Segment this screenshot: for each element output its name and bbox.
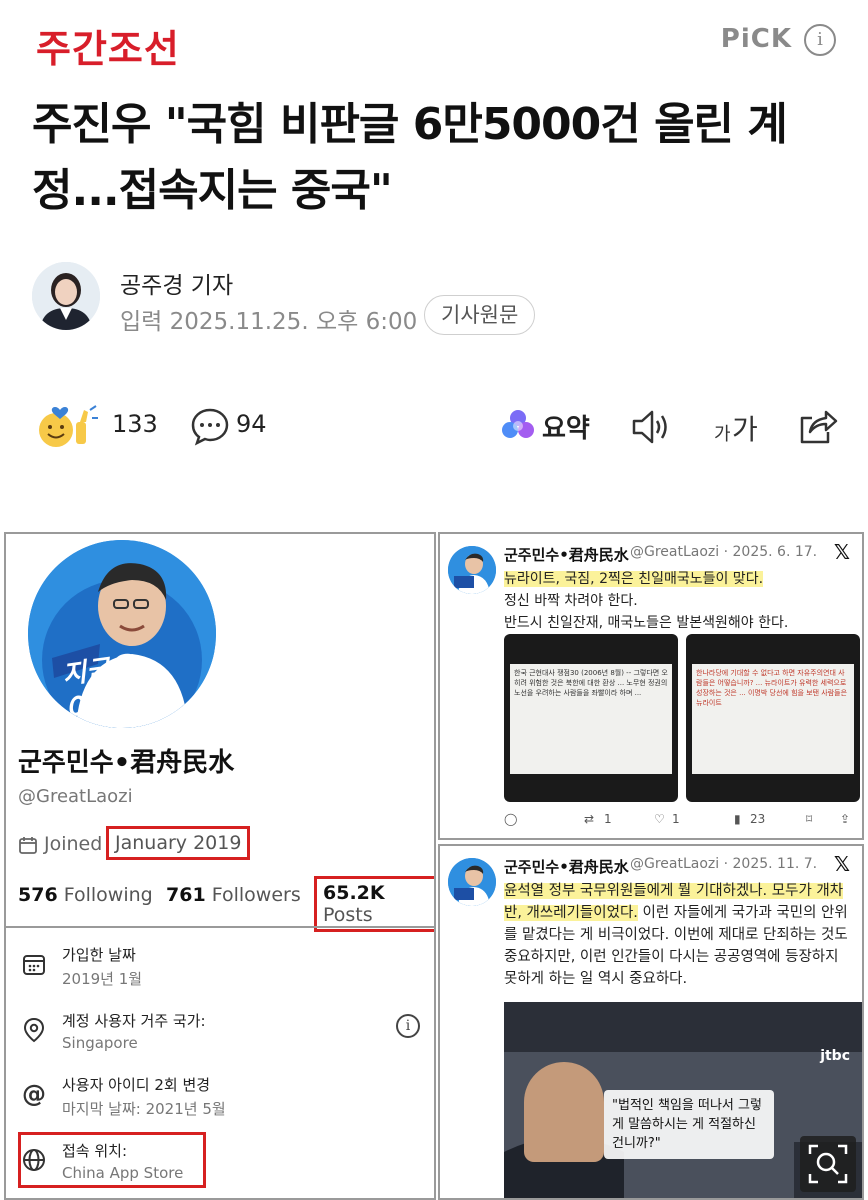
views-icon: ▮ [734,812,741,826]
published-date: 입력 2025.11.25. 오후 6:00 [120,309,418,335]
profile-name: 군주민수•君舟民水 [18,748,235,778]
ai-summary-icon[interactable] [500,408,536,444]
font-size-button[interactable]: 가 가 [714,404,764,448]
about-title: 가입한 날짜 [62,946,136,964]
reply-icon: ◯ [504,812,518,826]
x-logo-icon: 𝕏 [833,540,850,564]
article-image[interactable]: 지금은 이재명 군주민수•君舟民水 @GreatLaozi Joined Jan… [0,532,868,1200]
font-size-large-glyph: 가 [732,413,758,446]
profile-screenshot: 지금은 이재명 군주민수•君舟民水 @GreatLaozi Joined Jan… [4,532,436,1200]
following-stat: 576 Following [18,884,153,906]
tweet-body: 뉴라이트, 국짐, 2찍은 친일매국노들이 맞다. 정신 바짝 차려야 한다. … [504,568,856,634]
posts-stat-highlight: 65.2K Posts [314,876,434,932]
about-title: 계정 사용자 거주 국가: [62,1012,206,1030]
tweet-line: 정신 바짝 차려야 한다. [504,593,638,609]
tweet-line: 반드시 친일잔재, 매국노들은 발본색원해야 한다. [504,615,789,631]
share-icon[interactable] [796,406,838,446]
tweet-meta: @GreatLaozi · 2025. 6. 17. [630,544,818,560]
followers-label: Followers [211,884,301,906]
channel-logo: jtbc [820,1048,850,1064]
tweet-avatar [448,546,496,594]
tweet-image: 한나라당에 기대할 수 없다고 하면 자유주의연대 사람들은 어떻습니까? ..… [686,634,860,802]
like-icon: ♡ [654,812,665,826]
tweet-video-thumbnail: jtbc "법적인 책임을 떠나서 그렇게 말씀하시는 게 적절하신 건니까?" [504,1002,862,1198]
bookmark-icon: ⌑ [806,812,813,826]
location-pin-icon [20,1016,48,1044]
joined-row: Joined January 2019 [18,826,434,860]
about-title: 접속 위치: [62,1142,128,1160]
article-headline: 주진우 "국힘 비판글 6만5000건 올린 계정...접속지는 중국" [32,99,788,216]
tweet-actions: ◯ ⇄ 1 ♡ 1 ▮ 23 ⌑ ⇪ [504,810,860,834]
zoom-icon[interactable] [800,1136,856,1192]
tweet-image-text: 한나라당에 기대할 수 없다고 하면 자유주의연대 사람들은 어떻습니까? ..… [692,664,854,774]
info-icon[interactable]: i [804,24,836,56]
profile-handle: @GreatLaozi [18,786,133,807]
divider [6,926,434,928]
profile-avatar: 지금은 이재명 [28,540,216,728]
tweet-author-name: 군주민수•君舟民水 [504,858,629,876]
font-size-small-glyph: 가 [714,424,731,445]
posts-count: 65.2K [323,882,385,904]
pick-label[interactable]: PiCK [721,24,792,54]
tweet-image: 한국 근현대사 쟁점30 (2006년 8월) -- 그렇다면 오히려 위험한 … [504,634,678,802]
tweet-avatar [448,858,496,906]
globe-icon [20,1146,48,1174]
calendar-icon [18,835,38,855]
at-sign-icon: @ [22,1080,46,1108]
info-icon[interactable]: i [396,1014,420,1038]
about-title: 사용자 아이디 2회 변경 [62,1076,211,1094]
tweet-screenshot-1: 군주민수•君舟民水 @GreatLaozi · 2025. 6. 17. 𝕏 뉴… [438,532,864,840]
tweet-author-name: 군주민수•君舟民水 [504,546,629,564]
author-name[interactable]: 공주경 기자 [120,266,233,300]
posts-label: Posts [323,904,373,926]
author-row: 공주경 기자 입력 2025.11.25. 오후 6:00 기사원문 [32,262,852,335]
views-count: 23 [750,812,766,826]
about-value: 2019년 1월 [62,970,143,988]
action-row: 133 94 요약 가 가 [32,400,842,454]
comment-count: 94 [236,410,267,438]
profile-stats: 576 Following 761 Followers 65.2K Posts [18,876,434,932]
video-caption: "법적인 책임을 떠나서 그렇게 말씀하시는 게 적절하신 건니까?" [604,1090,774,1159]
following-label: Following [63,884,153,906]
tweet-image-text: 한국 근현대사 쟁점30 (2006년 8월) -- 그렇다면 오히려 위험한 … [510,664,672,774]
x-logo-icon: 𝕏 [833,852,850,876]
comment-icon[interactable] [190,406,230,446]
original-article-button[interactable]: 기사원문 [424,295,536,335]
joined-date-highlight: January 2019 [106,826,251,860]
followers-stat: 761 Followers [166,884,301,906]
tweet-screenshot-2: 군주민수•君舟民水 @GreatLaozi · 2025. 11. 7. 𝕏 윤… [438,844,864,1200]
about-value: 마지막 날짜: 2021년 5월 [62,1100,226,1118]
author-avatar[interactable] [32,262,100,330]
like-count: 1 [672,812,680,826]
followers-count: 761 [166,884,206,906]
tweet-body: 윤석열 정부 국무위원들에게 뭘 기대하겠나. 모두가 개차반, 개쓰레기들이었… [504,880,856,990]
calendar-icon [20,950,48,978]
person-figure [524,1062,604,1162]
top-bar: 주간조선 PiCK i [0,0,868,80]
about-value: Singapore [62,1034,138,1052]
tweet-images: 한국 근현대사 쟁점30 (2006년 8월) -- 그렇다면 오히려 위험한 … [504,634,860,802]
following-count: 576 [18,884,58,906]
summary-button[interactable]: 요약 [542,408,590,445]
joined-label: Joined [44,833,103,855]
reaction-emoji-icon[interactable] [36,404,98,450]
share-icon: ⇪ [840,812,851,826]
reaction-count: 133 [112,410,158,438]
retweet-count: 1 [604,812,612,826]
retweet-icon: ⇄ [584,812,595,826]
tweet-meta: @GreatLaozi · 2025. 11. 7. [630,856,818,872]
publisher-logo[interactable]: 주간조선 [36,18,180,73]
tweet-highlighted-line: 뉴라이트, 국짐, 2찍은 친일매국노들이 맞다. [504,571,764,587]
speaker-icon[interactable] [630,408,672,446]
about-value: China App Store [62,1164,184,1182]
